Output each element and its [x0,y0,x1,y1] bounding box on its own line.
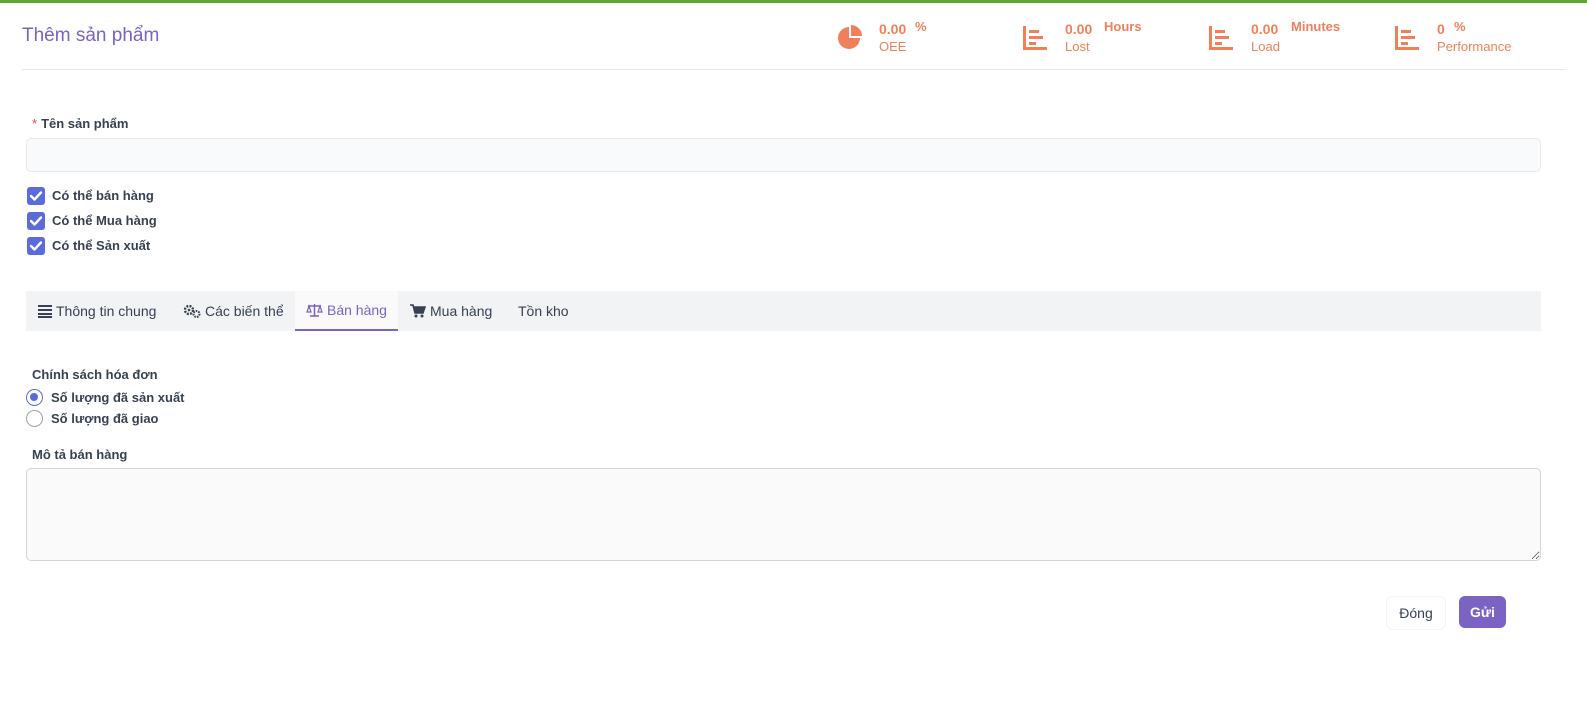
checkbox-checked[interactable] [27,237,45,255]
list-icon [38,305,52,318]
checkbox-label: Có thể Sản xuất [52,238,151,253]
radio-button-selected[interactable] [26,389,43,406]
kpi-value: 0.00 [879,21,907,37]
kpi-label: Load [1251,39,1280,54]
submit-button[interactable]: Gửi [1459,596,1506,628]
check-icon [29,191,43,201]
bar-chart-icon [1209,26,1233,50]
checkbox-checked[interactable] [27,187,45,205]
kpi-unit: Hours [1104,19,1142,34]
sales-description-label: Mô tả bán hàng [32,447,128,462]
pie-chart-icon [838,25,862,49]
checkbox-checked[interactable] [27,212,45,230]
kpi-label: Performance [1437,39,1512,54]
gears-icon [183,304,201,318]
checkbox-label: Có thể bán hàng [52,188,154,203]
tab-label: Bán hàng [327,302,387,318]
radio-label: Số lượng đã sản xuất [51,390,185,405]
product-tabs: Thông tin chung Các biến thể Bán hàng Mu… [26,291,1541,331]
tab-label: Các biến thể [205,303,284,319]
tab-label: Tồn kho [518,303,569,319]
kpi-unit: % [1454,19,1466,34]
kpi-label: Lost [1065,39,1090,54]
tab-label: Mua hàng [430,303,493,319]
balance-scale-icon [306,304,323,317]
tab-general-info[interactable]: Thông tin chung [38,291,156,331]
cart-icon [410,304,426,318]
page-title: Thêm sản phẩm [22,25,160,46]
product-name-label: * Tên sản phẩm [32,116,128,131]
product-name-label-text: Tên sản phẩm [41,116,129,131]
kpi-value: 0.00 [1065,21,1093,37]
kpi-value: 0 [1437,21,1445,37]
required-marker: * [32,116,38,131]
radio-label: Số lượng đã giao [51,411,159,426]
sales-description-textarea[interactable] [26,468,1541,561]
kpi-unit: % [915,19,927,34]
tab-purchase[interactable]: Mua hàng [410,291,492,331]
tab-variants[interactable]: Các biến thể [183,291,284,331]
page-header: Thêm sản phẩm 0.00 % OEE 0.00 Hours Lost [22,3,1565,70]
kpi-label: OEE [879,39,907,54]
check-icon [29,216,43,226]
bar-chart-icon [1395,26,1419,50]
tab-label: Thông tin chung [56,303,157,319]
kpi-unit: Minutes [1291,19,1341,34]
checkbox-label: Có thể Mua hàng [52,213,157,228]
bar-chart-icon [1023,26,1047,50]
kpi-value: 0.00 [1251,21,1279,37]
invoice-policy-label: Chính sách hóa đơn [32,367,158,382]
check-icon [29,241,43,251]
tab-sales[interactable]: Bán hàng [295,291,398,331]
radio-button[interactable] [26,410,43,427]
close-button[interactable]: Đóng [1387,597,1445,629]
tab-inventory[interactable]: Tồn kho [518,291,569,331]
product-name-input[interactable] [26,138,1541,172]
